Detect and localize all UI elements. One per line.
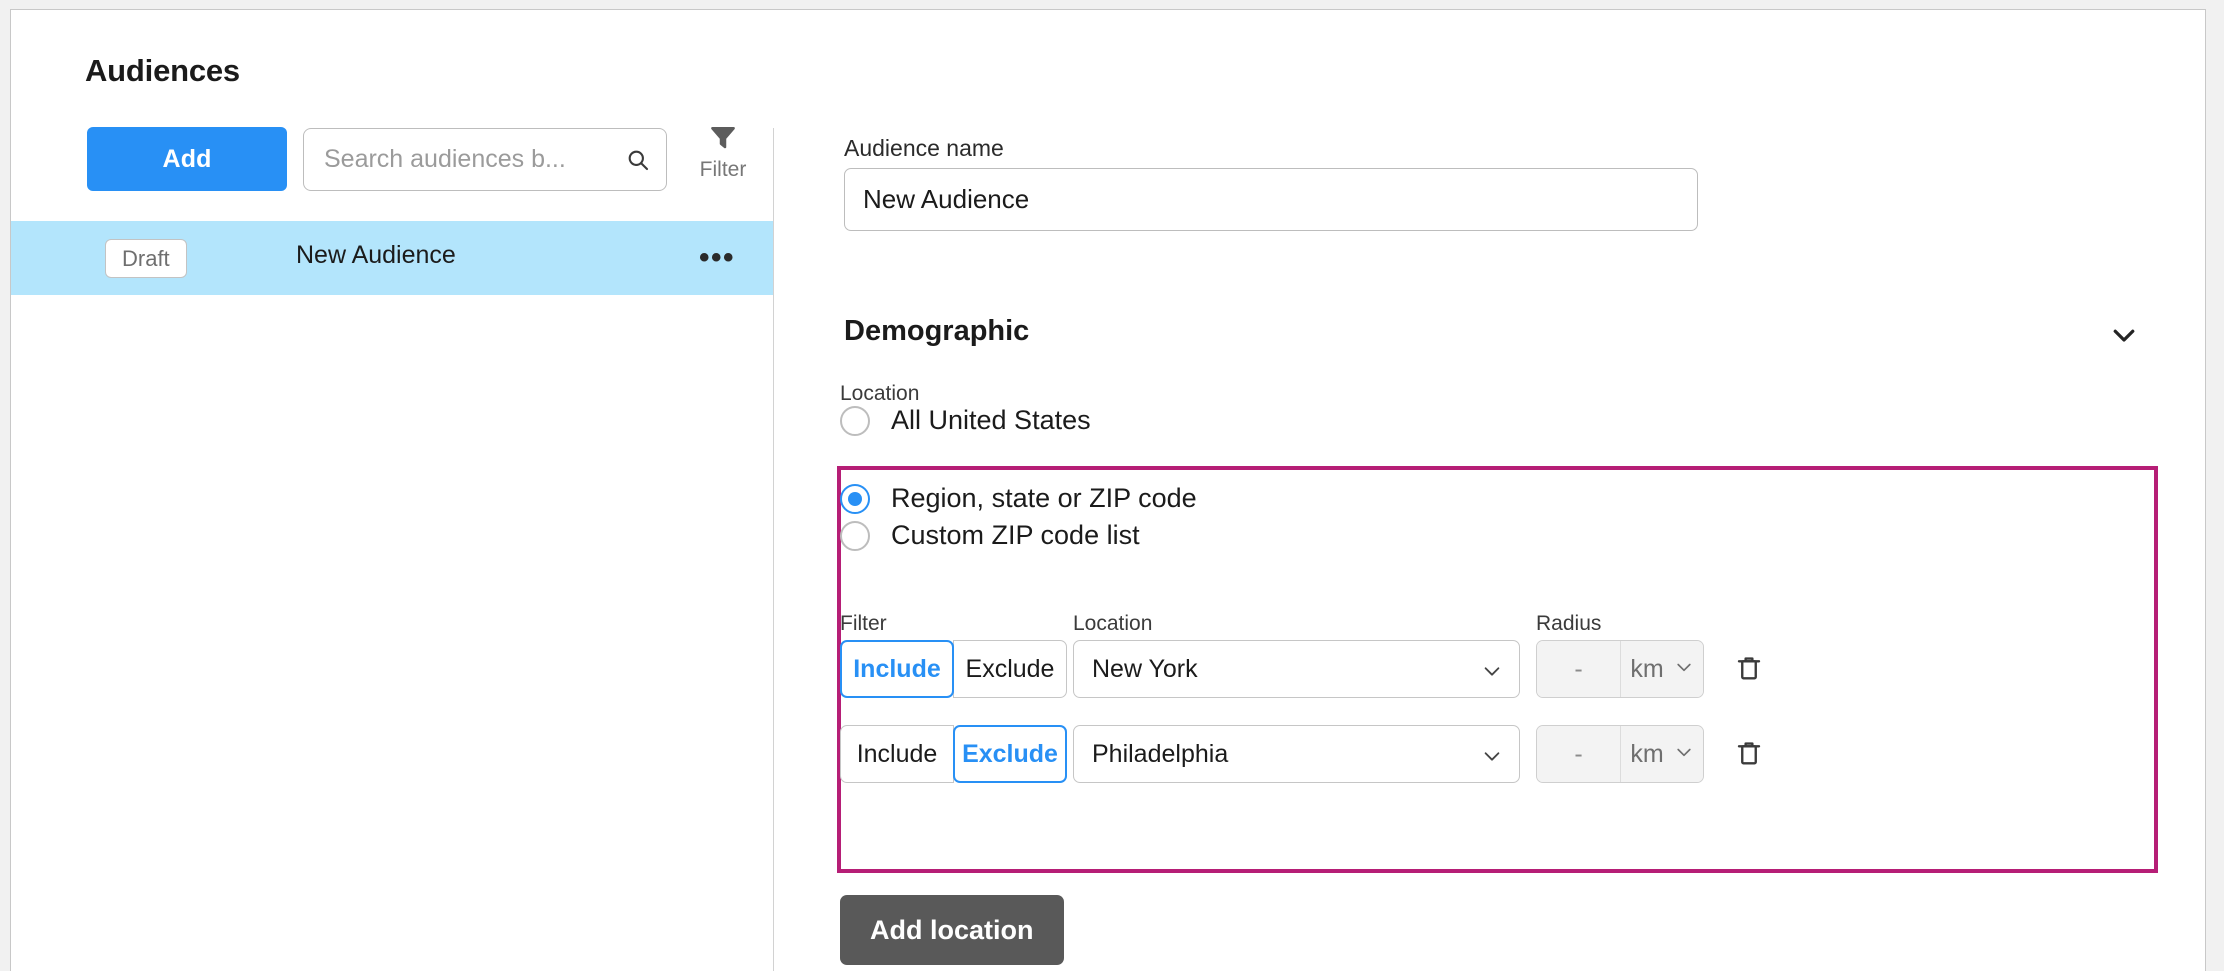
page-title: Audiences [85, 53, 240, 88]
radius-input[interactable] [1537, 641, 1621, 697]
radio-all-united-states[interactable]: All United States [840, 405, 1091, 436]
chevron-down-icon [1481, 745, 1503, 772]
radio-label: Region, state or ZIP code [891, 483, 1197, 513]
location-filter-row: Include Exclude New York km [774, 640, 2205, 698]
demographic-title: Demographic [844, 315, 1030, 347]
location-group-label: Location [840, 382, 920, 405]
audiences-sidebar: Audiences Add Filter Draft New Audience [11, 10, 773, 971]
demographic-section-header[interactable]: Demographic [844, 315, 2139, 357]
chevron-down-icon [1674, 740, 1694, 769]
radio-custom-zip-list[interactable]: Custom ZIP code list [840, 520, 1140, 551]
radio-label: All United States [891, 405, 1091, 435]
audience-name-input[interactable] [844, 168, 1698, 231]
radio-region-state-zip[interactable]: Region, state or ZIP code [840, 483, 1197, 514]
search-input[interactable] [322, 129, 612, 190]
search-icon [626, 148, 650, 172]
app-window: Audiences Add Filter Draft New Audience [10, 9, 2206, 971]
radius-unit-value: km [1630, 654, 1664, 683]
status-badge: Draft [105, 239, 187, 278]
include-exclude-toggle: Include Exclude [840, 725, 1067, 783]
radius-control: km [1536, 725, 1704, 783]
row-overflow-menu-icon[interactable]: ••• [699, 243, 735, 273]
radius-column-header: Radius [1536, 612, 1602, 635]
radio-indicator [840, 520, 870, 551]
trash-icon [1734, 742, 1764, 772]
radio-indicator [840, 483, 870, 514]
radius-input[interactable] [1537, 726, 1621, 782]
chevron-down-icon [1674, 655, 1694, 684]
search-box[interactable] [303, 128, 667, 191]
exclude-button[interactable]: Exclude [953, 725, 1067, 783]
filter-label: Filter [699, 158, 747, 181]
radius-unit-value: km [1630, 739, 1664, 768]
radius-unit-select[interactable]: km [1621, 726, 1703, 782]
chevron-down-icon[interactable] [2109, 320, 2139, 355]
location-select-value: New York [1092, 654, 1198, 683]
filter-column-header: Filter [840, 612, 887, 635]
location-select[interactable]: Philadelphia [1073, 725, 1520, 783]
location-filter-row: Include Exclude Philadelphia km [774, 725, 2205, 783]
trash-icon [1734, 657, 1764, 687]
location-select[interactable]: New York [1073, 640, 1520, 698]
location-column-header: Location [1073, 612, 1153, 635]
location-select-value: Philadelphia [1092, 739, 1229, 768]
list-item[interactable]: Draft New Audience ••• [11, 221, 773, 295]
add-location-button[interactable]: Add location [840, 895, 1064, 965]
delete-location-button[interactable] [1734, 738, 1768, 772]
delete-location-button[interactable] [1734, 653, 1768, 687]
radio-indicator [840, 405, 870, 436]
funnel-icon [687, 122, 759, 157]
filter-button[interactable]: Filter [687, 122, 759, 181]
audience-name-label: Audience name [844, 135, 1004, 161]
include-exclude-toggle: Include Exclude [840, 640, 1067, 698]
radio-label: Custom ZIP code list [891, 520, 1140, 550]
chevron-down-icon [1481, 660, 1503, 687]
list-item-label: New Audience [296, 241, 456, 269]
exclude-button[interactable]: Exclude [953, 640, 1067, 698]
audience-detail-panel: Audience name Demographic Location All U… [774, 10, 2205, 971]
add-button[interactable]: Add [87, 127, 287, 191]
include-button[interactable]: Include [840, 640, 954, 698]
radius-unit-select[interactable]: km [1621, 641, 1703, 697]
include-button[interactable]: Include [840, 725, 954, 783]
radius-control: km [1536, 640, 1704, 698]
